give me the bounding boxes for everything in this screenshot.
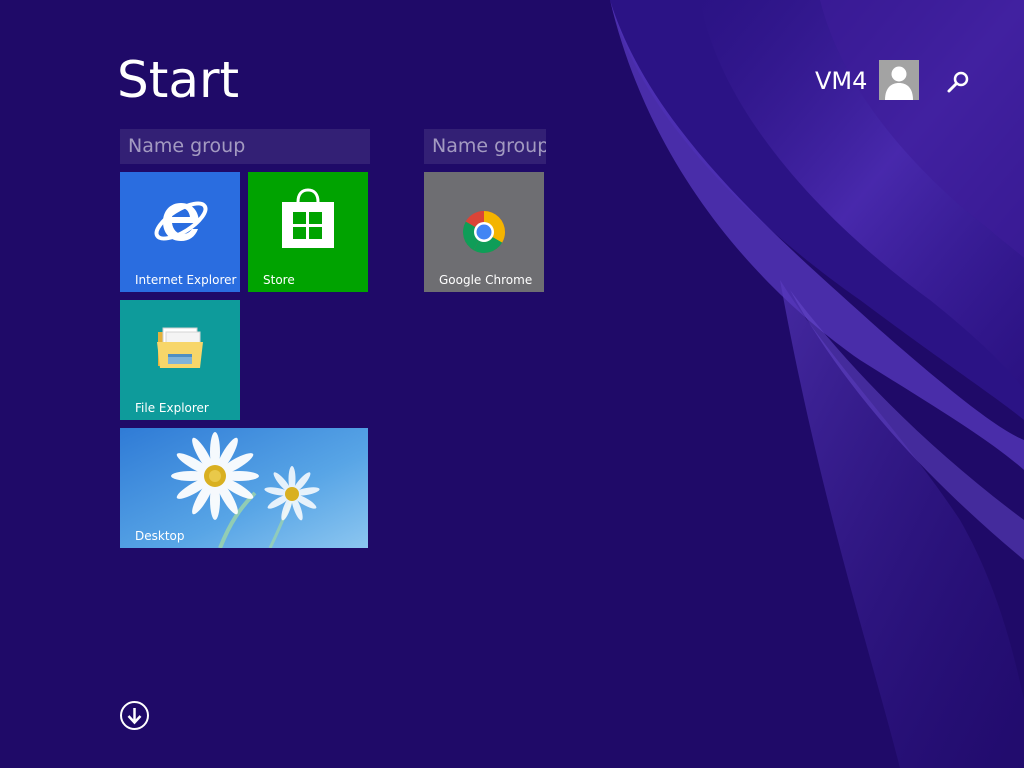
tile-internet-explorer[interactable]: Internet Explorer <box>120 172 240 292</box>
down-arrow-icon[interactable] <box>119 700 150 731</box>
folder-icon <box>157 327 203 368</box>
store-icon <box>282 188 334 248</box>
tile-label: Google Chrome <box>439 273 533 287</box>
tile-store[interactable]: Store <box>248 172 368 292</box>
tile-label: Store <box>263 273 295 287</box>
chrome-icon <box>462 211 505 254</box>
tile-desktop[interactable]: Desktop <box>120 428 368 548</box>
start-screen: Start VM4 Name group Name group Internet… <box>0 0 1024 768</box>
tile-file-explorer[interactable]: File Explorer <box>120 300 240 420</box>
user-avatar-icon[interactable] <box>879 60 919 100</box>
tile-label: Internet Explorer <box>135 273 237 287</box>
user-name[interactable]: VM4 <box>815 66 867 96</box>
group-name-input-1[interactable]: Name group <box>120 129 370 164</box>
tile-label: Desktop <box>135 529 185 543</box>
tile-google-chrome[interactable]: Google Chrome <box>424 172 544 292</box>
internet-explorer-icon <box>154 201 208 241</box>
group-name-input-2[interactable]: Name group <box>424 129 546 164</box>
tile-label: File Explorer <box>135 401 209 415</box>
start-title: Start <box>117 51 240 109</box>
search-icon[interactable] <box>944 68 972 96</box>
